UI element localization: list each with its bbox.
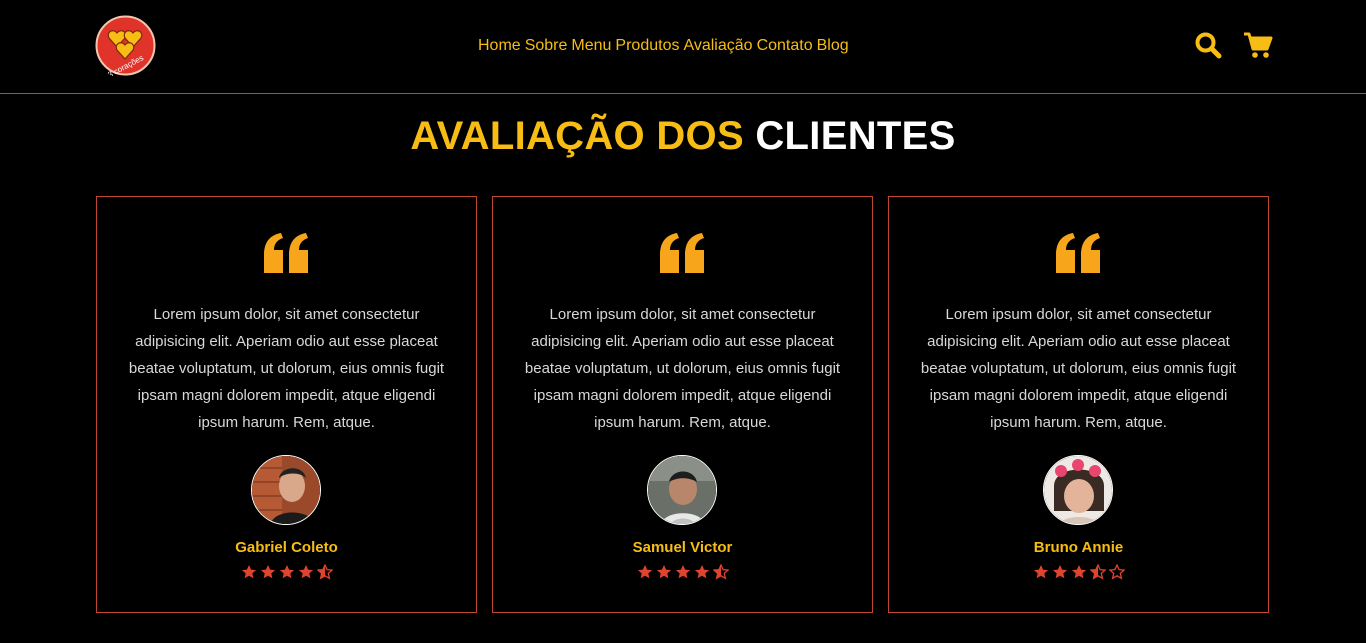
star-full-icon — [637, 564, 653, 580]
star-half-icon — [711, 563, 730, 580]
header-actions — [1193, 30, 1273, 60]
review-text: Lorem ipsum dolor, sit amet consectetur … — [128, 306, 445, 431]
nav-sobre[interactable]: Sobre — [525, 37, 568, 57]
star-full-icon — [694, 564, 710, 580]
star-empty-icon — [1107, 563, 1126, 580]
reviewer-name: Samuel Victor — [632, 539, 733, 556]
section-title-accent: AVALIAÇÃO DOS — [410, 114, 744, 158]
reviewer-name: Gabriel Coleto — [235, 539, 338, 556]
avatar — [1043, 455, 1113, 525]
review-text: Lorem ipsum dolor, sit amet consectetur … — [920, 306, 1237, 431]
avatar — [647, 455, 717, 525]
star-half-icon — [315, 563, 334, 580]
quote-icon — [264, 233, 310, 273]
quote-icon — [1056, 233, 1102, 273]
nav-menu[interactable]: Menu — [571, 37, 611, 57]
avatar — [251, 455, 321, 525]
nav-blog[interactable]: Blog — [817, 37, 849, 57]
star-full-icon — [1052, 564, 1068, 580]
star-full-icon — [1033, 564, 1049, 580]
reviews-list: Lorem ipsum dolor, sit amet consectetur … — [96, 196, 1269, 613]
nav-avaliacao[interactable]: Avaliação — [683, 37, 752, 57]
nav-home[interactable]: Home — [478, 37, 521, 57]
review-card: Lorem ipsum dolor, sit amet consectetur … — [96, 196, 477, 613]
quote-icon — [660, 233, 706, 273]
star-full-icon — [260, 564, 276, 580]
star-rating — [97, 563, 476, 580]
star-full-icon — [279, 564, 295, 580]
section-title-rest: CLIENTES — [755, 114, 956, 158]
review-card: Lorem ipsum dolor, sit amet consectetur … — [888, 196, 1269, 613]
star-rating — [889, 563, 1268, 580]
search-icon[interactable] — [1193, 30, 1223, 60]
review-card: Lorem ipsum dolor, sit amet consectetur … — [492, 196, 873, 613]
main-nav: Home Sobre Menu Produtos Avaliação Conta… — [478, 37, 849, 57]
star-full-icon — [675, 564, 691, 580]
nav-produtos[interactable]: Produtos — [615, 37, 679, 57]
nav-contato[interactable]: Contato — [757, 37, 813, 57]
reviewer-name: Bruno Annie — [1033, 539, 1124, 556]
star-full-icon — [1071, 564, 1087, 580]
star-full-icon — [241, 564, 257, 580]
section-title: AVALIAÇÃO DOS CLIENTES — [0, 114, 1366, 159]
star-rating — [493, 563, 872, 580]
star-full-icon — [656, 564, 672, 580]
site-header: 3 corações Home Sobre Menu Produtos Aval… — [0, 0, 1366, 94]
star-full-icon — [298, 564, 314, 580]
cart-icon[interactable] — [1243, 30, 1273, 60]
star-half-icon — [1088, 563, 1107, 580]
review-text: Lorem ipsum dolor, sit amet consectetur … — [524, 306, 841, 431]
brand-logo[interactable]: 3 corações — [95, 15, 156, 76]
